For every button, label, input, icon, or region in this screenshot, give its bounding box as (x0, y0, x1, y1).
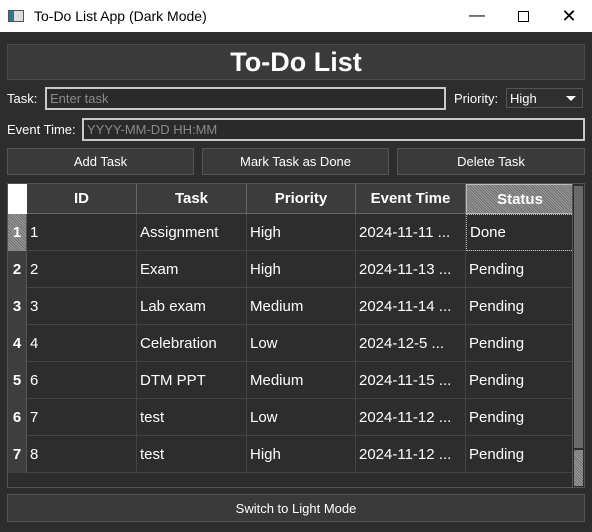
task-placeholder: Enter task (50, 91, 109, 106)
priority-label: Priority: (454, 91, 499, 106)
table-row[interactable]: 4 4 Celebration Low 2024-12-5 ... Pending (8, 325, 574, 362)
minimize-icon: — (469, 7, 485, 24)
scrollbar-thumb[interactable] (574, 186, 583, 448)
mark-done-button[interactable]: Mark Task as Done (202, 148, 389, 175)
row-header[interactable]: 5 (8, 362, 27, 399)
cell-task[interactable]: test (137, 436, 247, 473)
column-header-id[interactable]: ID (27, 184, 137, 214)
row-header[interactable]: 6 (8, 399, 27, 436)
cell-status[interactable]: Pending (466, 251, 574, 288)
table-row[interactable]: 6 7 test Low 2024-11-12 ... Pending (8, 399, 574, 436)
cell-id[interactable]: 4 (27, 325, 137, 362)
task-label: Task: (7, 91, 38, 106)
priority-value: High (510, 90, 537, 106)
cell-time[interactable]: 2024-11-11 ... (356, 214, 466, 251)
table-corner[interactable] (8, 184, 27, 214)
chevron-down-icon (566, 96, 576, 101)
app-body: To-Do List Task: Enter task Priority: Hi… (0, 32, 592, 532)
cell-time[interactable]: 2024-12-5 ... (356, 325, 466, 362)
minimize-button[interactable]: — (454, 0, 500, 32)
app-icon (8, 10, 24, 22)
maximize-button[interactable] (500, 0, 546, 32)
cell-status[interactable]: Pending (466, 399, 574, 436)
row-header[interactable]: 3 (8, 288, 27, 325)
column-header-event-time[interactable]: Event Time (356, 184, 466, 214)
table-row[interactable]: 3 3 Lab exam Medium 2024-11-14 ... Pending (8, 288, 574, 325)
switch-theme-button[interactable]: Switch to Light Mode (7, 494, 585, 522)
cell-status[interactable]: Pending (466, 362, 574, 399)
maximize-icon (517, 10, 529, 22)
cell-time[interactable]: 2024-11-12 ... (356, 399, 466, 436)
close-button[interactable]: ✕ (546, 0, 592, 32)
table-row[interactable]: 5 6 DTM PPT Medium 2024-11-15 ... Pending (8, 362, 574, 399)
cell-id[interactable]: 7 (27, 399, 137, 436)
cell-priority[interactable]: High (247, 214, 356, 251)
vertical-scrollbar[interactable] (572, 184, 584, 487)
cell-task[interactable]: Exam (137, 251, 247, 288)
row-header[interactable]: 4 (8, 325, 27, 362)
event-time-input[interactable]: YYYY-MM-DD HH:MM (82, 118, 585, 141)
cell-status[interactable]: Done (466, 214, 574, 251)
cell-time[interactable]: 2024-11-15 ... (356, 362, 466, 399)
cell-priority[interactable]: Medium (247, 288, 356, 325)
row-header[interactable]: 2 (8, 251, 27, 288)
cell-id[interactable]: 6 (27, 362, 137, 399)
cell-time[interactable]: 2024-11-14 ... (356, 288, 466, 325)
title-bar: To-Do List App (Dark Mode) — ✕ (0, 0, 592, 32)
add-task-button[interactable]: Add Task (7, 148, 194, 175)
cell-priority[interactable]: Medium (247, 362, 356, 399)
cell-id[interactable]: 2 (27, 251, 137, 288)
cell-status[interactable]: Pending (466, 325, 574, 362)
task-input[interactable]: Enter task (45, 87, 446, 110)
column-header-priority[interactable]: Priority (247, 184, 356, 214)
row-header[interactable]: 7 (8, 436, 27, 473)
cell-task[interactable]: DTM PPT (137, 362, 247, 399)
cell-id[interactable]: 3 (27, 288, 137, 325)
event-time-placeholder: YYYY-MM-DD HH:MM (87, 122, 218, 137)
cell-priority[interactable]: High (247, 436, 356, 473)
table-row[interactable]: 1 1 Assignment High 2024-11-11 ... Done (8, 214, 574, 251)
close-icon: ✕ (561, 5, 577, 26)
task-table: ID Task Priority Event Time Status 1 1 Ass… (7, 183, 585, 488)
cell-id[interactable]: 1 (27, 214, 137, 251)
event-time-label: Event Time: (7, 122, 76, 137)
window-title: To-Do List App (Dark Mode) (34, 8, 207, 24)
window-controls: — ✕ (454, 0, 592, 32)
table-body: 1 1 Assignment High 2024-11-11 ... Done 2 2 Exam… (8, 214, 574, 473)
table-row[interactable]: 7 8 test High 2024-11-12 ... Pending (8, 436, 574, 473)
page-title: To-Do List (7, 44, 585, 80)
cell-priority[interactable]: Low (247, 399, 356, 436)
cell-task[interactable]: Assignment (137, 214, 247, 251)
priority-select[interactable]: High (506, 88, 583, 108)
delete-task-button[interactable]: Delete Task (397, 148, 585, 175)
cell-task[interactable]: test (137, 399, 247, 436)
cell-status[interactable]: Pending (466, 436, 574, 473)
column-header-task[interactable]: Task (137, 184, 247, 214)
column-header-status[interactable]: Status (466, 184, 574, 214)
scrollbar-track[interactable] (574, 450, 583, 486)
table-row[interactable]: 2 2 Exam High 2024-11-13 ... Pending (8, 251, 574, 288)
cell-time[interactable]: 2024-11-13 ... (356, 251, 466, 288)
cell-id[interactable]: 8 (27, 436, 137, 473)
cell-time[interactable]: 2024-11-12 ... (356, 436, 466, 473)
row-header[interactable]: 1 (8, 214, 27, 251)
cell-status[interactable]: Pending (466, 288, 574, 325)
cell-task[interactable]: Celebration (137, 325, 247, 362)
cell-priority[interactable]: High (247, 251, 356, 288)
cell-priority[interactable]: Low (247, 325, 356, 362)
cell-task[interactable]: Lab exam (137, 288, 247, 325)
